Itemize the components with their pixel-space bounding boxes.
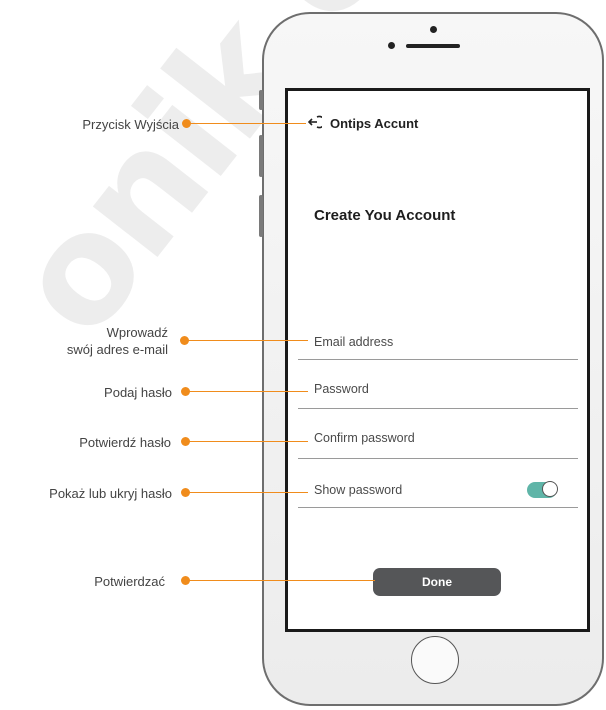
password-field-underline <box>298 408 578 409</box>
callout-confirm-line <box>189 441 308 443</box>
confirm-password-field[interactable]: Confirm password <box>314 431 415 445</box>
sensor-dot <box>388 42 395 49</box>
callout-password-line <box>189 391 308 393</box>
callout-email-label: Wprowadź swój adres e-mail <box>67 324 168 358</box>
toggle-knob <box>542 481 558 497</box>
phone-side-button <box>259 90 263 110</box>
show-password-label: Show password <box>314 483 403 497</box>
email-field-underline <box>298 359 578 360</box>
callout-show-line <box>189 492 308 494</box>
password-field[interactable]: Password <box>314 382 369 396</box>
callout-email-line1: Wprowadź <box>106 325 168 340</box>
callout-done-line <box>189 580 375 582</box>
callout-back-label: Przycisk Wyjścia <box>82 117 179 132</box>
callout-email-line2: swój adres e-mail <box>66 342 168 357</box>
show-password-underline <box>298 507 578 508</box>
app-title: Ontips Accunt <box>330 116 419 131</box>
email-field[interactable]: Email address <box>314 335 393 349</box>
exit-arrow-icon[interactable] <box>308 115 322 129</box>
speaker-grille <box>406 44 460 48</box>
callout-email-line <box>188 340 308 342</box>
show-password-toggle[interactable] <box>527 481 558 498</box>
callout-confirm-label: Potwierdź hasło <box>79 435 171 450</box>
camera-icon <box>430 26 437 33</box>
home-button-icon[interactable] <box>411 636 459 684</box>
phone-screen <box>285 88 590 632</box>
callout-password-label: Podaj hasło <box>104 385 172 400</box>
phone-volume-up <box>259 135 263 177</box>
callout-done-label: Potwierdzać <box>94 574 165 589</box>
callout-show-label: Pokaż lub ukryj hasło <box>49 486 172 501</box>
confirm-password-underline <box>298 458 578 459</box>
callout-back-line <box>190 123 306 125</box>
done-button[interactable]: Done <box>373 568 501 596</box>
page-title: Create You Account <box>314 207 456 224</box>
phone-volume-down <box>259 195 263 237</box>
